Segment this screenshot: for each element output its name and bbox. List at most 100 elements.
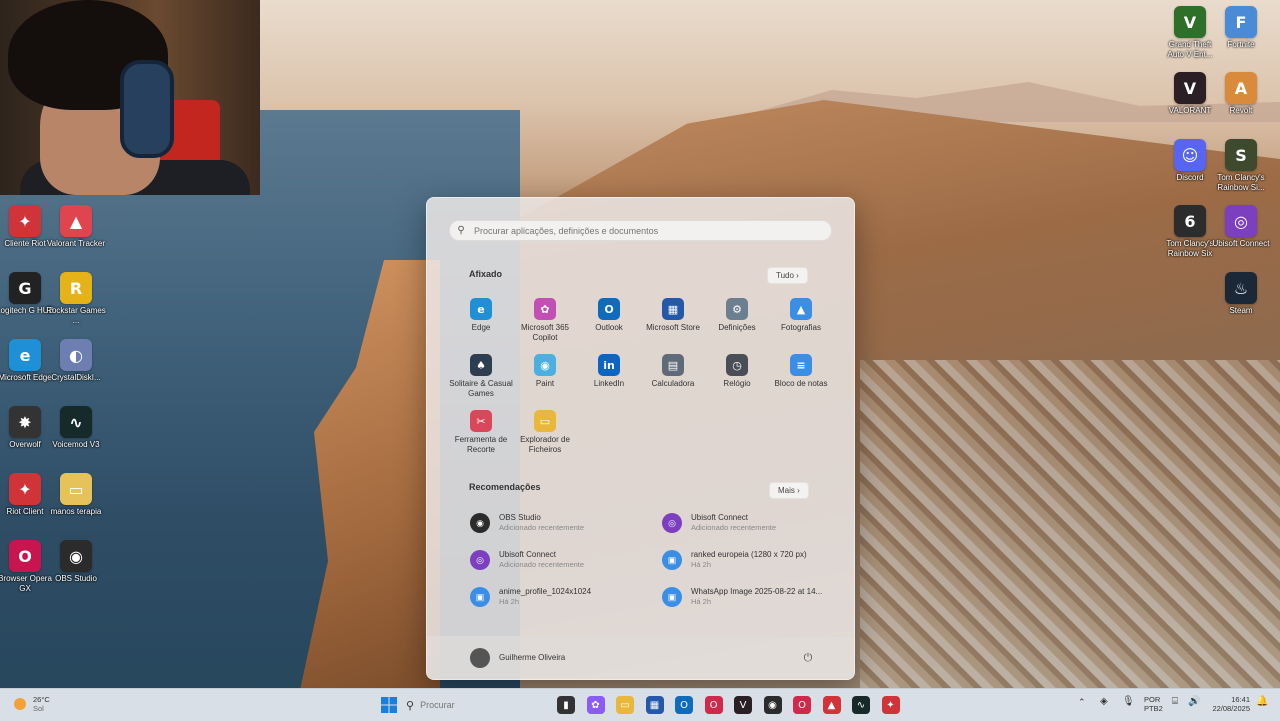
recommended-subtitle: Há 2h <box>499 597 520 606</box>
desktop-icon-obs-studio[interactable]: ◉ OBS Studio <box>46 540 106 584</box>
start-search-input[interactable] <box>472 224 816 237</box>
clock[interactable]: 16:41 22/08/2025 <box>1208 695 1250 713</box>
recommended-title: Ubisoft Connect <box>499 550 556 559</box>
obs-studio-icon: ◉ <box>470 513 490 533</box>
recommended-subtitle: Adicionado recentemente <box>499 560 585 569</box>
microsoft-store-icon: ▦ <box>662 298 684 320</box>
pinned-app-label: Bloco de notas <box>774 379 828 388</box>
solitaire-casual-games-icon: ♠ <box>470 354 492 376</box>
recommended-item[interactable]: ◎ Ubisoft Connect Adicionado recentemente <box>662 508 837 538</box>
pinned-app-rel-gio[interactable]: ◷ Relógio <box>705 354 769 389</box>
clock-time: 16:41 <box>1231 695 1250 704</box>
weather-temp: 26°C <box>33 695 50 704</box>
desktop-icon-revolt[interactable]: A Revolt <box>1211 72 1271 116</box>
calculadora-icon: ▤ <box>662 354 684 376</box>
start-button[interactable] <box>380 696 398 714</box>
desktop-icon-label: Voicemod V3 <box>52 440 100 449</box>
explorador-de-ficheiros-icon: ▭ <box>534 410 556 432</box>
recommended-item[interactable]: ▣ anime_profile_1024x1024 Há 2h <box>470 582 645 612</box>
user-avatar[interactable] <box>470 648 490 668</box>
chevron-up-icon[interactable]: ⌃ <box>1078 698 1086 707</box>
taskbar-app-outlook[interactable]: O <box>675 696 693 714</box>
desktop-icon-manos-terapia[interactable]: ▭ manos terapia <box>46 473 106 517</box>
desktop-icon-steam[interactable]: ♨ Steam <box>1211 272 1271 316</box>
pinned-app-label: Edge <box>471 323 491 332</box>
taskbar-app-riot[interactable]: ✦ <box>881 696 900 714</box>
network-icon[interactable]: ⌸ <box>1172 697 1178 707</box>
recommended-text: anime_profile_1024x1024 Há 2h <box>499 587 591 607</box>
more-recommended-button[interactable]: Mais › <box>769 482 809 499</box>
desktop-icon-label: Valorant Tracker <box>46 239 106 248</box>
power-icon[interactable]: ⏻ <box>799 649 817 667</box>
notification-bell-icon[interactable]: 🔔 <box>1256 697 1268 707</box>
ubisoft-connect-icon: ◎ <box>470 550 490 570</box>
pinned-app-label: Calculadora <box>651 379 695 388</box>
pinned-app-outlook[interactable]: O Outlook <box>577 298 641 333</box>
taskbar-app-obs[interactable]: ◉ <box>763 696 782 714</box>
desktop-icon-label: manos terapia <box>50 507 102 516</box>
pinned-app-linkedin[interactable]: in LinkedIn <box>577 354 641 389</box>
taskbar-app-file-explorer[interactable]: ▮ <box>557 696 575 714</box>
all-apps-button[interactable]: Tudo › <box>767 267 808 284</box>
pinned-app-defini-es[interactable]: ⚙ Definições <box>705 298 769 333</box>
pinned-app-explorador-de-ficheiros[interactable]: ▭ Explorador de Ficheiros <box>513 410 577 455</box>
taskbar-search[interactable]: ⚲ Procurar <box>406 696 536 714</box>
sun-icon <box>14 698 26 710</box>
pinned-app-ferramenta-de-recorte[interactable]: ✂ Ferramenta de Recorte <box>449 410 513 455</box>
start-footer: Guilherme Oliveira ⏻ <box>427 636 854 679</box>
desktop-icon-label: Tom Clancy's Rainbow Si... <box>1217 173 1265 192</box>
tom-clancy-s-rainbow-six-icon: 6 <box>1174 205 1206 237</box>
tray-app-icon[interactable]: ◈ <box>1100 697 1108 707</box>
microphone-icon[interactable]: 🎙 <box>1122 697 1135 707</box>
language-indicator[interactable]: POR PTB2 <box>1144 695 1163 713</box>
pinned-app-calculadora[interactable]: ▤ Calculadora <box>641 354 705 389</box>
valorant-tracker-icon: ▲ <box>60 205 92 237</box>
pinned-app-bloco-de-notas[interactable]: ≡ Bloco de notas <box>769 354 833 389</box>
taskbar-app-voicemod[interactable]: ∿ <box>852 696 870 714</box>
desktop-icon-label: Rockstar Games ... <box>46 306 106 325</box>
pinned-app-fotografias[interactable]: ▲ Fotografias <box>769 298 833 333</box>
desktop-icon-tom-clancy-s-rainbow-si[interactable]: S Tom Clancy's Rainbow Si... <box>1211 139 1271 193</box>
desktop-icon-ubisoft-connect[interactable]: ◎ Ubisoft Connect <box>1211 205 1271 249</box>
voicemod-v3-icon: ∿ <box>60 406 92 438</box>
desktop-icon-voicemod-v3[interactable]: ∿ Voicemod V3 <box>46 406 106 450</box>
recommended-subtitle: Adicionado recentemente <box>499 523 585 532</box>
grand-theft-auto-v-ent-icon: V <box>1174 6 1206 38</box>
taskbar-app-folder[interactable]: ▭ <box>616 696 634 714</box>
desktop-icon-crystaldiski[interactable]: ◐ CrystalDiskI... <box>46 339 106 383</box>
taskbar-app-store[interactable]: ▦ <box>645 696 664 714</box>
taskbar-app-copilot[interactable]: ✿ <box>586 696 605 714</box>
fotografias-icon: ▲ <box>790 298 812 320</box>
desktop-icon-label: Ubisoft Connect <box>1212 239 1270 248</box>
recommended-title: anime_profile_1024x1024 <box>499 587 592 596</box>
desktop-icon-rockstar-games[interactable]: R Rockstar Games ... <box>46 272 106 326</box>
user-name[interactable]: Guilherme Oliveira <box>499 653 565 662</box>
recommended-item[interactable]: ◉ OBS Studio Adicionado recentemente <box>470 508 645 538</box>
pinned-app-solitaire-casual-games[interactable]: ♠ Solitaire & Casual Games <box>449 354 513 399</box>
search-icon: ⚲ <box>457 225 465 236</box>
pinned-app-paint[interactable]: ◉ Paint <box>513 354 577 389</box>
taskbar-app-valorant-tracker[interactable]: ▲ <box>822 696 841 714</box>
ranked-europeia-1280-x-720-px-icon: ▣ <box>662 550 682 570</box>
taskbar-app-valorant[interactable]: V <box>734 696 752 714</box>
microsoft-edge-icon: e <box>9 339 41 371</box>
pinned-app-microsoft-365-copilot[interactable]: ✿ Microsoft 365 Copilot <box>513 298 577 343</box>
pinned-app-edge[interactable]: e Edge <box>449 298 513 333</box>
pinned-app-label: Ferramenta de Recorte <box>454 435 508 454</box>
ubisoft-connect-icon: ◎ <box>1225 205 1257 237</box>
recommended-item[interactable]: ▣ ranked europeia (1280 x 720 px) Há 2h <box>662 545 837 575</box>
desktop-icon-valorant-tracker[interactable]: ▲ Valorant Tracker <box>46 205 106 249</box>
recommended-item[interactable]: ◎ Ubisoft Connect Adicionado recentemente <box>470 545 645 575</box>
taskbar-app-opera[interactable]: O <box>704 696 723 714</box>
taskbar-app-opera-gx[interactable]: O <box>793 696 811 714</box>
weather-widget[interactable]: 26°C Sol <box>14 695 50 713</box>
desktop-icon-label: Fortnite <box>1227 40 1255 49</box>
desktop-icon-fortnite[interactable]: F Fortnite <box>1211 6 1271 50</box>
revolt-icon: A <box>1225 72 1257 104</box>
start-search-box[interactable]: ⚲ <box>449 220 832 241</box>
recommended-item[interactable]: ▣ WhatsApp Image 2025-08-22 at 14... Há 2h <box>662 582 837 612</box>
paint-icon: ◉ <box>534 354 556 376</box>
volume-icon[interactable]: 🔊 <box>1188 697 1200 707</box>
pinned-app-microsoft-store[interactable]: ▦ Microsoft Store <box>641 298 705 333</box>
valorant-icon: V <box>1174 72 1206 104</box>
